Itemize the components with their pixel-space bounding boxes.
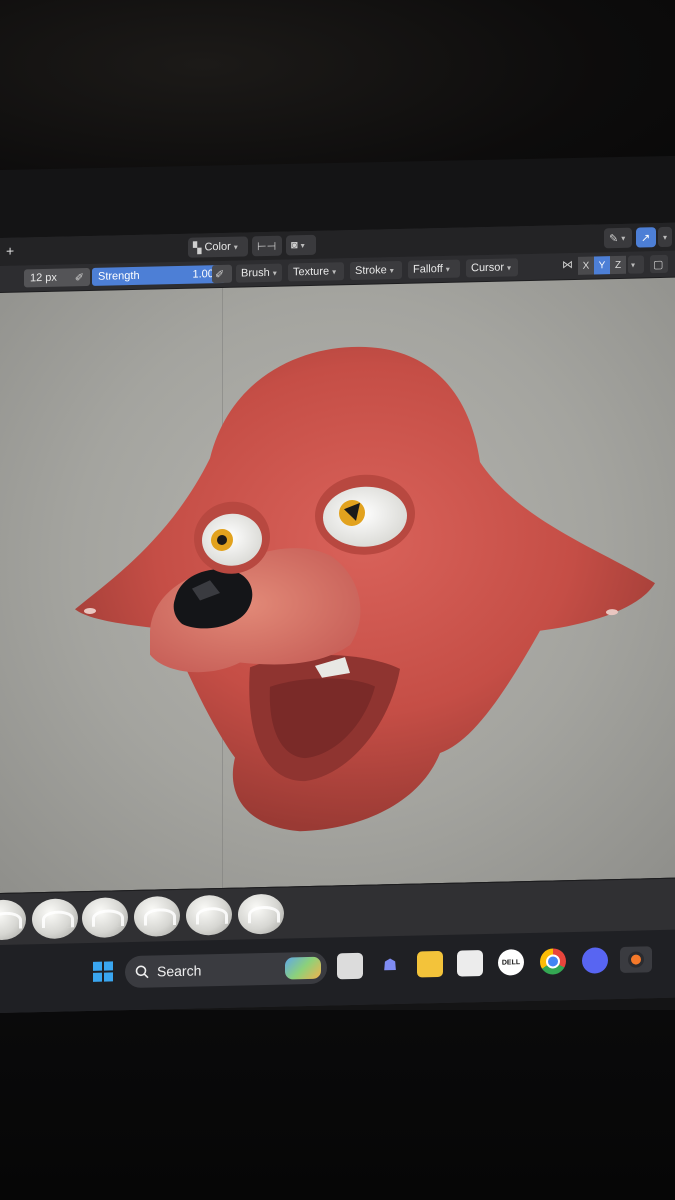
search-highlight-image — [285, 956, 321, 980]
mirror-options-dropdown[interactable]: ▾ — [628, 255, 644, 274]
3d-viewport[interactable] — [0, 277, 675, 893]
color-attribute-icon: ▚ — [193, 241, 202, 255]
teams-icon[interactable]: ☗ — [377, 952, 403, 979]
square-icon: ▢ — [653, 258, 664, 271]
menu-brush[interactable]: Brush ▾ — [236, 263, 282, 283]
menu-cursor-label: Cursor — [471, 261, 505, 275]
brush-cursor-dropdown[interactable]: ✎ ▾ — [604, 227, 632, 249]
strength-label: Strength — [98, 269, 140, 283]
chevron-down-icon: ▾ — [332, 266, 337, 276]
chevron-down-icon: ▾ — [507, 262, 512, 272]
sphere-icon: ◙ — [291, 239, 298, 252]
discord-icon[interactable] — [582, 947, 608, 974]
menu-texture-label: Texture — [293, 265, 330, 279]
paint-brush-icon: ✎ — [609, 232, 619, 245]
dell-icon[interactable]: DELL — [498, 949, 524, 976]
menu-falloff[interactable]: Falloff ▾ — [408, 259, 460, 279]
monitor-screen: + ▚ Color ▾ ⊢⊣ ◙ ▾ ✎ ▾ ↗ ▾ 12 px ✐ Stren… — [0, 222, 675, 1013]
taskbar-search-box[interactable]: Search — [125, 951, 327, 989]
menu-texture[interactable]: Texture ▾ — [288, 262, 344, 282]
head-shape — [75, 346, 655, 832]
pen-pressure-icon[interactable]: ✐ — [75, 271, 84, 284]
search-icon — [135, 965, 149, 979]
brush-thumbnail[interactable] — [238, 893, 284, 935]
mirror-z-toggle[interactable]: Z — [610, 255, 626, 275]
chevron-down-icon: ▾ — [621, 233, 626, 243]
store-icon[interactable] — [457, 950, 483, 977]
task-view-icon[interactable] — [337, 952, 363, 980]
menu-brush-label: Brush — [241, 266, 270, 280]
blender-icon[interactable] — [620, 946, 652, 973]
windows-logo-icon — [93, 961, 113, 982]
options-toggle[interactable]: ▢ — [650, 254, 668, 274]
chevron-down-icon: ▾ — [663, 232, 668, 242]
chevron-down-icon: ▾ — [445, 264, 450, 274]
background-desk — [0, 1010, 675, 1200]
brush-thumbnail[interactable] — [0, 899, 26, 941]
chevron-down-icon: ▾ — [389, 265, 394, 275]
dell-label: DELL — [501, 958, 521, 967]
radius-field[interactable]: 12 px ✐ — [24, 267, 90, 288]
chrome-icon[interactable] — [540, 948, 566, 975]
chevron-down-icon: ▾ — [631, 260, 636, 270]
windows-start-icon[interactable] — [90, 958, 116, 985]
chevron-down-icon: ▾ — [272, 268, 277, 278]
butterfly-mirror-icon: ⋈ — [562, 258, 573, 272]
brush-thumbnail[interactable] — [134, 895, 180, 937]
symmetry-dropdown[interactable]: ⊢⊣ — [252, 235, 282, 257]
arrow-icon: ↗ — [641, 231, 651, 244]
transform-gizmo-button[interactable]: ↗ — [636, 227, 656, 248]
add-workspace-button[interactable]: + — [6, 243, 14, 259]
mirror-y-toggle[interactable]: Y — [594, 256, 610, 275]
brush-thumbnail[interactable] — [82, 897, 128, 939]
menu-stroke[interactable]: Stroke ▾ — [350, 260, 402, 281]
menu-cursor[interactable]: Cursor ▾ — [466, 258, 518, 278]
menu-stroke-label: Stroke — [355, 264, 387, 277]
file-explorer-icon[interactable] — [417, 950, 443, 978]
pen-pressure-icon: ✐ — [215, 268, 225, 281]
brush-thumbnail[interactable] — [186, 894, 232, 936]
sculpted-head-model — [75, 346, 655, 832]
strength-pressure-toggle[interactable]: ✐ — [212, 264, 232, 284]
strength-slider[interactable]: Strength 1.000 — [92, 264, 226, 286]
chevron-down-icon: ▾ — [300, 240, 305, 250]
mirror-axis-toggles: X Y Z — [578, 255, 626, 275]
gizmo-dropdown[interactable]: ▾ — [658, 226, 672, 248]
menu-falloff-label: Falloff — [413, 262, 443, 276]
color-mode-dropdown[interactable]: ▚ Color ▾ — [188, 236, 248, 258]
brush-thumbnail[interactable] — [32, 898, 78, 940]
search-label: Search — [157, 962, 202, 980]
color-mode-label: Color — [204, 240, 231, 254]
mirror-icon: ⊢⊣ — [257, 240, 277, 253]
radius-value: 12 px — [30, 271, 57, 285]
chevron-down-icon: ▾ — [233, 242, 238, 252]
viewport-shading-dropdown[interactable]: ◙ ▾ — [286, 234, 316, 256]
mirror-x-toggle[interactable]: X — [578, 256, 594, 275]
